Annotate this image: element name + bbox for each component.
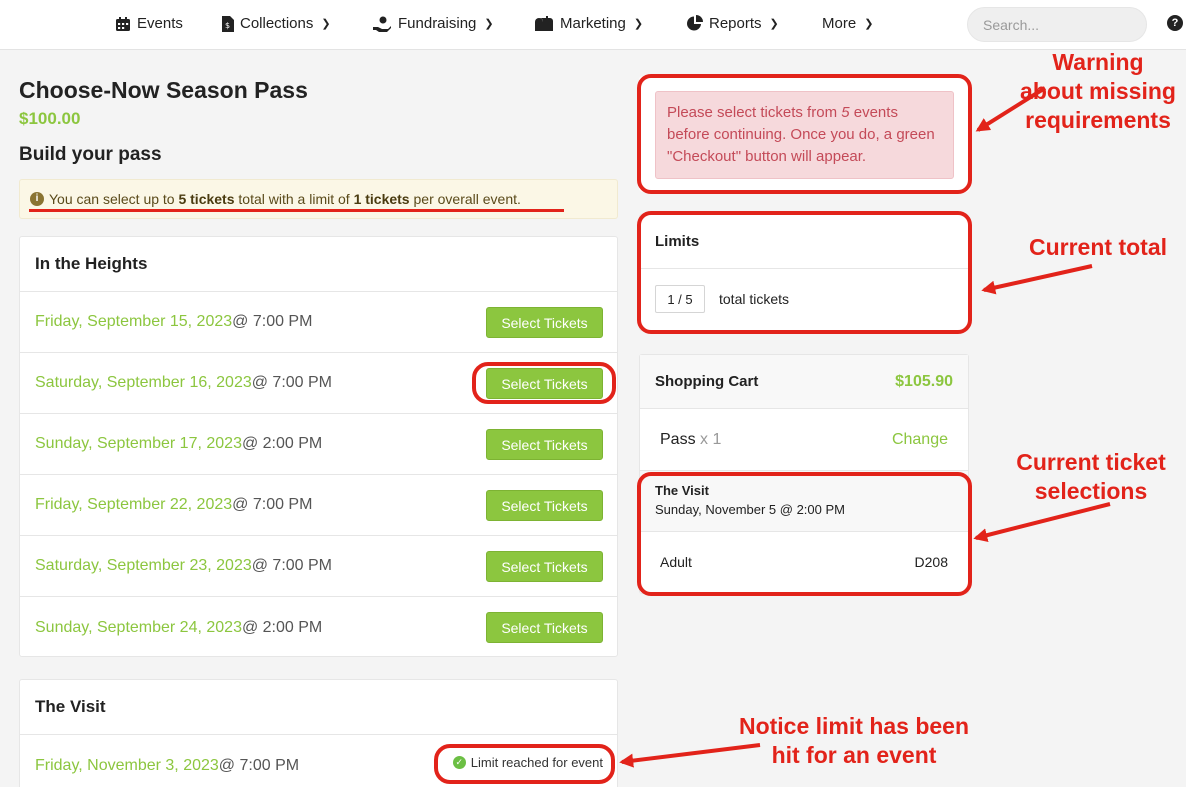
event-time: @ 7:00 PM [251, 557, 333, 574]
check-circle-icon: ✓ [452, 756, 466, 769]
donate-hand-icon [373, 16, 391, 32]
event-date: Friday, September 15, 2023 [35, 313, 233, 330]
info-text: You can select up to 5 tickets total wit… [49, 191, 521, 207]
nav-fundraising[interactable]: Fundraising ❯ [372, 15, 494, 32]
event-date: Saturday, September 16, 2023 [35, 374, 252, 391]
cart-total: $105.90 [895, 372, 953, 390]
limits-body: 1 / 5 total tickets [640, 269, 968, 329]
cart-event-header: The Visit Sunday, November 5 @ 2:00 PM [640, 471, 968, 532]
cart-pass-item: Pass x 1 [660, 430, 722, 448]
chevron-down-icon: ❯ [484, 18, 494, 30]
nav-reports[interactable]: Reports ❯ [686, 15, 779, 32]
calendar-icon [116, 16, 130, 31]
event-date: Sunday, September 24, 2023 [35, 618, 242, 636]
warning-message: Please select tickets from 5 events befo… [655, 91, 954, 179]
nav-collections-label: Collections [240, 15, 314, 32]
info-underline [29, 209, 564, 212]
event-title: The Visit [20, 680, 617, 735]
nav-events[interactable]: Events [115, 15, 183, 32]
event-time: @ 7:00 PM [232, 313, 313, 330]
annotation-selections: Current ticket selections [1016, 449, 1166, 504]
event-date-row: Sunday, September 17, 2023 @ 2:00 PM Sel… [20, 414, 617, 475]
event-time: @ 7:00 PM [251, 374, 333, 391]
event-date: Friday, September 22, 2023 [35, 496, 233, 513]
event-date: Saturday, September 23, 2023 [35, 557, 252, 574]
page-title: Choose-Now Season Pass [19, 77, 308, 103]
cart-event-date: Sunday, November 5 @ 2:00 PM [655, 502, 845, 517]
select-tickets-button[interactable]: Select Tickets [486, 490, 603, 521]
pie-chart-icon [687, 15, 703, 31]
arrow-selections [973, 502, 1111, 543]
ticket-count-label: total tickets [719, 291, 790, 307]
section-title: Build your pass [19, 144, 162, 165]
limit-reached-label: Limit reached for event [470, 755, 603, 770]
cart-pass-row: Pass x 1 Change [640, 409, 968, 471]
event-card-in-the-heights: In the Heights Friday, September 15, 202… [19, 236, 618, 657]
annotation-warning: Warning about missing requirements [1020, 49, 1176, 133]
select-tickets-button[interactable]: Select Tickets [486, 368, 603, 399]
nav-reports-label: Reports [709, 15, 762, 32]
limit-reached-badge: ✓ Limit reached for event [452, 755, 603, 770]
select-tickets-button[interactable]: Select Tickets [486, 429, 603, 460]
ticket-count-badge: 1 / 5 [655, 285, 705, 313]
event-date: Friday, November 3, 2023 [35, 756, 219, 774]
info-banner: i You can select up to 5 tickets total w… [19, 179, 618, 219]
svg-text:$: $ [225, 21, 230, 30]
search-input[interactable] [967, 7, 1147, 42]
event-date-row: Sunday, September 24, 2023 @ 2:00 PM Sel… [20, 597, 617, 658]
nav-marketing[interactable]: Marketing ❯ [534, 15, 643, 32]
chevron-down-icon: ❯ [321, 18, 331, 30]
event-date-row: Friday, November 3, 2023 @ 7:00 PM ✓ Lim… [20, 735, 617, 787]
event-time: @ 2:00 PM [241, 618, 323, 636]
select-tickets-button[interactable]: Select Tickets [486, 612, 603, 643]
nav-events-label: Events [137, 15, 183, 32]
nav-more[interactable]: More ❯ [822, 15, 873, 32]
cart-event-name: The Visit [655, 483, 709, 498]
event-date-row: Friday, September 15, 2023 @ 7:00 PM Sel… [20, 292, 617, 353]
mailbox-icon [535, 15, 553, 31]
select-tickets-button[interactable]: Select Tickets [486, 307, 603, 338]
event-date: Sunday, September 17, 2023 [35, 435, 242, 452]
chevron-down-icon: ❯ [633, 18, 644, 30]
nav-fundraising-label: Fundraising [398, 15, 477, 32]
chevron-down-icon: ❯ [769, 18, 779, 30]
nav-marketing-label: Marketing [560, 15, 626, 32]
event-card-the-visit: The Visit Friday, November 3, 2023 @ 7:0… [19, 679, 618, 787]
limits-card: Limits 1 / 5 total tickets [639, 214, 969, 331]
cart-ticket-line: Adult D208 [640, 532, 968, 592]
ticket-type: Adult [660, 554, 692, 570]
event-date-row: Saturday, September 23, 2023 @ 7:00 PM S… [20, 536, 617, 597]
event-title: In the Heights [20, 237, 617, 292]
event-date-row: Friday, September 22, 2023 @ 7:00 PM Sel… [20, 475, 617, 536]
annotation-total: Current total [1029, 234, 1167, 260]
select-tickets-button[interactable]: Select Tickets [486, 551, 603, 582]
nav-collections[interactable]: $ Collections ❯ [221, 15, 331, 32]
cart-title: Shopping Cart [655, 373, 759, 390]
info-icon: i [30, 192, 44, 206]
change-link[interactable]: Change [892, 431, 948, 449]
help-icon[interactable]: ? [1167, 15, 1183, 31]
event-date-row: Saturday, September 16, 2023 @ 7:00 PM S… [20, 353, 617, 414]
pass-price: $100.00 [19, 109, 81, 128]
document-icon: $ [222, 15, 234, 32]
limits-title: Limits [640, 215, 968, 269]
seat-number: D208 [914, 554, 948, 570]
nav-more-label: More [822, 15, 857, 32]
chevron-down-icon: ❯ [864, 18, 874, 30]
cart-header: Shopping Cart $105.90 [640, 355, 968, 409]
shopping-cart: Shopping Cart $105.90 Pass x 1 Change Th… [639, 354, 969, 594]
event-time: @ 7:00 PM [232, 496, 313, 513]
top-navigation: Events $ Collections ❯ Fundraising ❯ Mar… [0, 0, 1186, 50]
arrow-total [981, 264, 1093, 295]
event-time: @ 7:00 PM [218, 756, 300, 774]
annotation-limit: Notice limit has been hit for an event [738, 713, 970, 768]
event-time: @ 2:00 PM [241, 435, 323, 452]
